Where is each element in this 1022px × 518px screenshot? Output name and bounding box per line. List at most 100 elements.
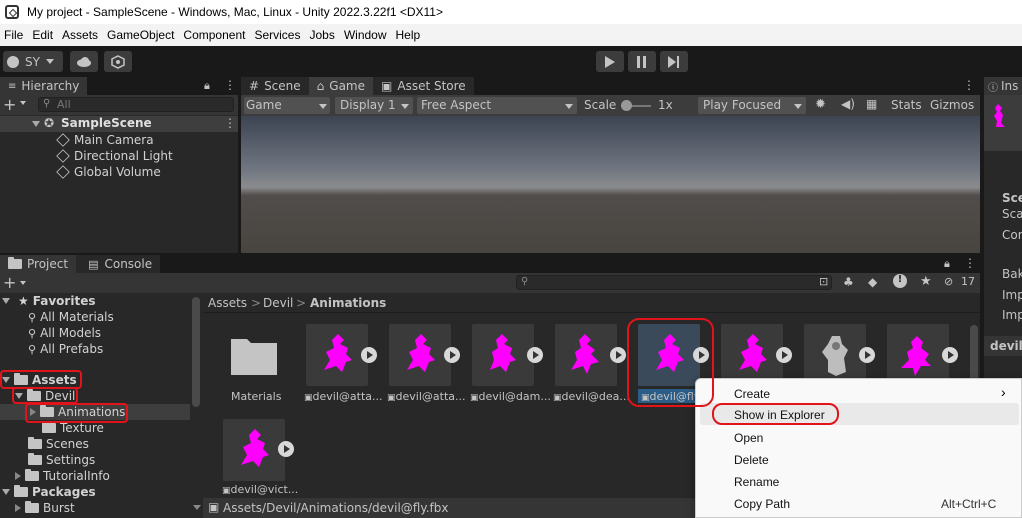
play-preview-button[interactable] bbox=[444, 347, 460, 363]
devil-model-icon bbox=[901, 336, 931, 376]
bug-icon[interactable]: ✹ bbox=[815, 97, 826, 112]
gizmos-button[interactable]: Gizmos bbox=[930, 98, 974, 112]
step-button[interactable] bbox=[660, 51, 688, 72]
breadcrumb-item[interactable]: Assets bbox=[208, 296, 247, 310]
menu-help[interactable]: Help bbox=[392, 28, 426, 42]
cloud-button[interactable] bbox=[70, 51, 98, 72]
favorite-star-icon[interactable]: ★ bbox=[920, 274, 932, 289]
expand-arrow-icon[interactable] bbox=[15, 504, 21, 512]
breadcrumb-item[interactable]: Animations bbox=[310, 296, 386, 310]
display-mode-dropdown[interactable]: Game bbox=[244, 97, 330, 114]
tab-hierarchy[interactable]: ≡ Hierarchy bbox=[0, 77, 88, 95]
play-preview-button[interactable] bbox=[859, 347, 875, 363]
favorites-item[interactable]: ⚲ All Prefabs bbox=[28, 341, 103, 357]
play-mode-dropdown[interactable]: Play Focused bbox=[698, 97, 806, 114]
menu-jobs[interactable]: Jobs bbox=[305, 28, 339, 42]
gameobject-icon bbox=[56, 165, 70, 179]
menu-edit[interactable]: Edit bbox=[28, 28, 58, 42]
devil-model-icon bbox=[407, 334, 435, 372]
play-preview-button[interactable] bbox=[527, 347, 543, 363]
asset-thumbnail[interactable] bbox=[389, 324, 451, 386]
menu-component[interactable]: Component bbox=[179, 28, 250, 42]
asset-thumbnail[interactable] bbox=[472, 324, 534, 386]
tab-scene[interactable]: # Scene bbox=[241, 77, 309, 95]
project-search-input[interactable]: ⚲ bbox=[516, 275, 832, 290]
game-viewport[interactable] bbox=[241, 116, 980, 253]
tab-console[interactable]: ▤ Console bbox=[76, 255, 161, 273]
play-preview-button[interactable] bbox=[610, 347, 626, 363]
tree-scrollbar[interactable] bbox=[192, 297, 200, 407]
tab-game[interactable]: ⌂ Game bbox=[308, 77, 374, 95]
context-menu-item-rename[interactable]: Rename bbox=[696, 472, 1022, 492]
lock-icon[interactable]: 🔒︎ bbox=[944, 257, 950, 271]
account-dropdown[interactable]: SY bbox=[3, 51, 63, 72]
context-menu-item-delete[interactable]: Delete bbox=[696, 450, 1022, 470]
breadcrumb-item[interactable]: Devil bbox=[263, 296, 293, 310]
hidden-eye-icon[interactable]: ⊘ bbox=[944, 275, 953, 288]
scroll-down-icon[interactable] bbox=[193, 505, 201, 510]
favorites-row[interactable]: ★ Favorites bbox=[2, 293, 95, 309]
display-mode-label: Game bbox=[246, 98, 282, 112]
audio-icon[interactable]: ◀) bbox=[841, 97, 855, 111]
tab-console-label: Console bbox=[104, 257, 153, 271]
display-dropdown[interactable]: Display 1 bbox=[335, 97, 413, 114]
menu-gameobject[interactable]: GameObject bbox=[103, 28, 179, 42]
tab-project[interactable]: Project bbox=[0, 255, 77, 273]
collab-button[interactable] bbox=[104, 51, 132, 72]
hierarchy-search-input[interactable]: ⚲ All bbox=[38, 97, 234, 112]
tree-burst[interactable]: Burst bbox=[15, 500, 75, 516]
tab-inspector[interactable]: ⓘ Ins bbox=[984, 77, 1022, 95]
favorites-item[interactable]: ⚲ All Materials bbox=[28, 309, 114, 325]
game-toolbar: Game Display 1 Free Aspect Scale 1x Play… bbox=[241, 95, 980, 116]
stats-button[interactable]: Stats bbox=[891, 98, 922, 112]
play-preview-button[interactable] bbox=[361, 347, 377, 363]
asset-thumbnail[interactable] bbox=[804, 324, 866, 386]
pause-button[interactable] bbox=[628, 51, 656, 72]
asset-thumbnail[interactable] bbox=[721, 324, 783, 386]
asset-thumbnail[interactable] bbox=[306, 324, 368, 386]
menu-assets[interactable]: Assets bbox=[58, 28, 103, 42]
play-button[interactable] bbox=[596, 51, 624, 72]
scene-row[interactable]: ✪ SampleScene ⋮ bbox=[0, 116, 238, 132]
play-preview-button[interactable] bbox=[278, 441, 294, 457]
hierarchy-item[interactable]: Global Volume bbox=[56, 164, 161, 180]
more-icon[interactable]: ⋮ bbox=[964, 256, 976, 270]
grid-scrollbar[interactable] bbox=[970, 325, 978, 385]
keyboard-icon[interactable]: ▦ bbox=[866, 97, 877, 111]
add-icon[interactable]: + bbox=[3, 95, 16, 114]
expand-arrow-icon[interactable] bbox=[32, 121, 40, 127]
menu-file[interactable]: File bbox=[0, 28, 28, 42]
asset-thumbnail[interactable] bbox=[223, 419, 285, 481]
asset-thumbnail[interactable] bbox=[887, 324, 949, 386]
label-tag-icon[interactable]: ◆ bbox=[868, 275, 877, 289]
context-menu-label: Copy Path bbox=[734, 497, 791, 511]
expand-arrow-icon[interactable] bbox=[2, 298, 10, 304]
menu-services[interactable]: Services bbox=[250, 28, 305, 42]
more-icon[interactable]: ⋮ bbox=[224, 78, 236, 92]
tree-settings[interactable]: Settings bbox=[28, 452, 95, 468]
more-icon[interactable]: ⋮ bbox=[224, 116, 236, 130]
hierarchy-item[interactable]: Directional Light bbox=[56, 148, 173, 164]
add-icon[interactable]: + bbox=[3, 273, 16, 292]
play-preview-button[interactable] bbox=[776, 347, 792, 363]
play-preview-button[interactable] bbox=[942, 347, 958, 363]
scale-slider-handle[interactable] bbox=[621, 100, 632, 111]
hierarchy-item[interactable]: Main Camera bbox=[56, 132, 154, 148]
context-menu-item-copy-path[interactable]: Copy Path Alt+Ctrl+C bbox=[696, 494, 1022, 514]
expand-arrow-icon[interactable] bbox=[15, 472, 21, 480]
asset-thumbnail[interactable] bbox=[555, 324, 617, 386]
expand-arrow-icon[interactable] bbox=[2, 489, 10, 495]
more-icon[interactable]: ⋮ bbox=[963, 78, 975, 92]
tab-asset-store[interactable]: ▣ Asset Store bbox=[373, 77, 474, 95]
menu-window[interactable]: Window bbox=[340, 28, 392, 42]
favorites-item[interactable]: ⚲ All Models bbox=[28, 325, 101, 341]
filter-type-icon[interactable]: ♣ bbox=[843, 275, 854, 289]
tree-tutorialinfo[interactable]: TutorialInfo bbox=[15, 468, 110, 484]
context-menu-item-open[interactable]: Open bbox=[696, 428, 1022, 448]
tree-scenes[interactable]: Scenes bbox=[28, 436, 89, 452]
warning-icon[interactable]: ! bbox=[893, 274, 907, 288]
lock-icon[interactable]: 🔒︎ bbox=[204, 79, 210, 93]
search-options-icon[interactable]: ⊡ bbox=[819, 275, 828, 288]
tree-packages[interactable]: Packages bbox=[2, 484, 96, 500]
aspect-dropdown[interactable]: Free Aspect bbox=[417, 97, 577, 114]
